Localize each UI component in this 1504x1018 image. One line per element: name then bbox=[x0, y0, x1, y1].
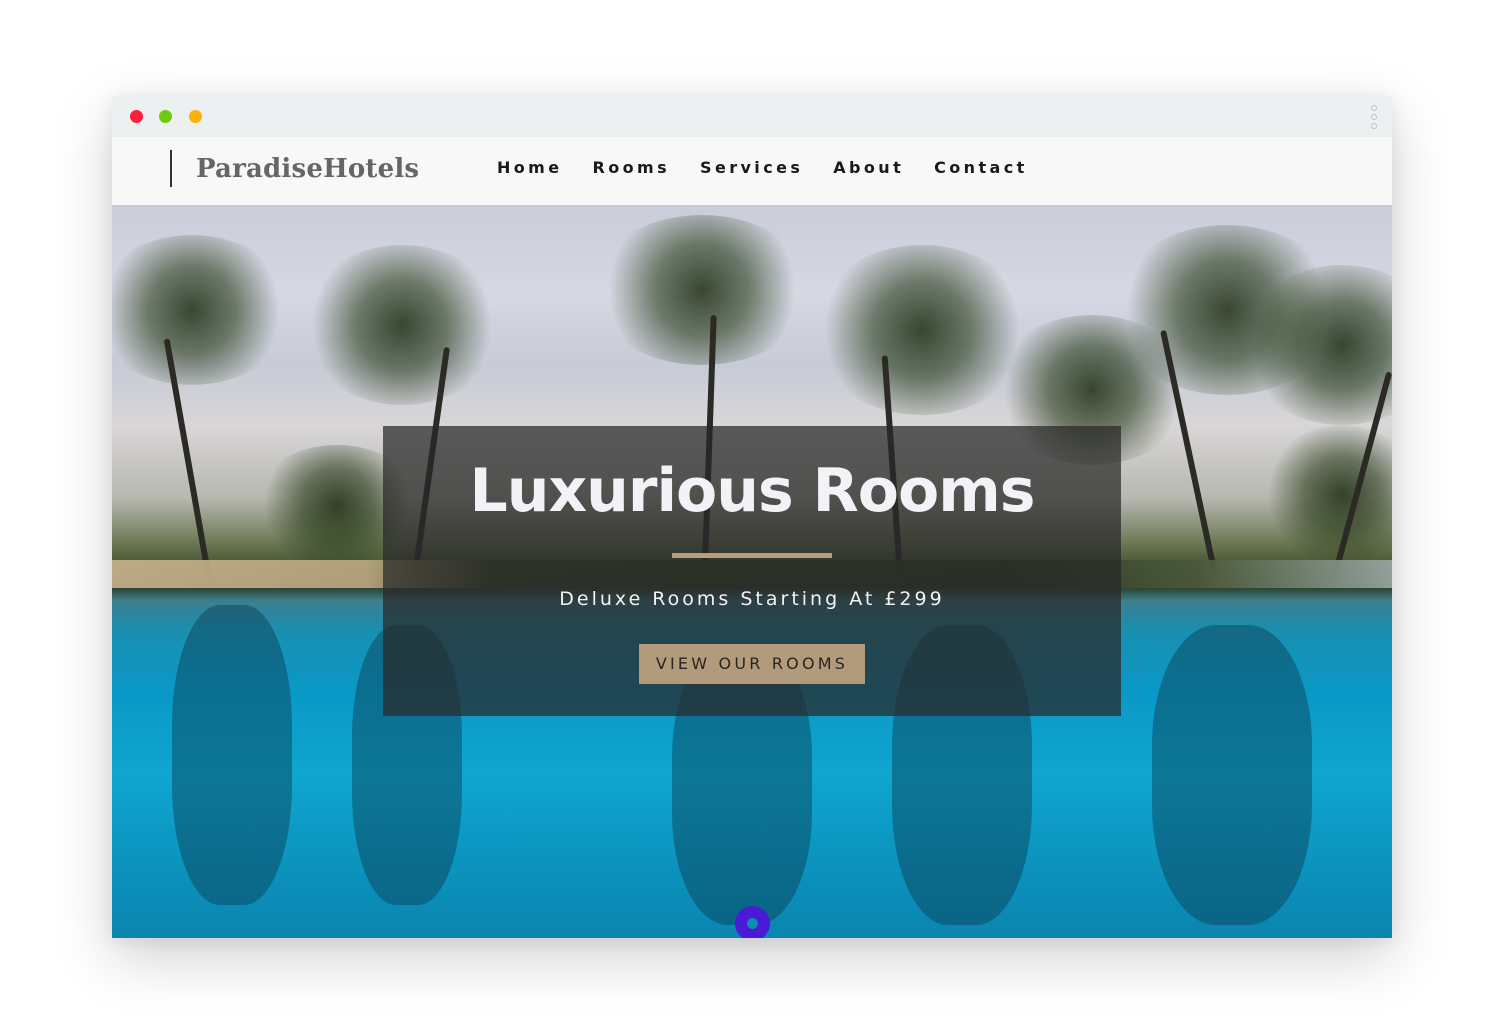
nav-item-about[interactable]: About bbox=[833, 157, 904, 179]
window-titlebar bbox=[112, 95, 1392, 137]
scroll-dot-center bbox=[747, 918, 758, 929]
hero-divider bbox=[672, 553, 832, 558]
brand-logo[interactable]: ParadiseHotels bbox=[196, 151, 419, 187]
view-rooms-button[interactable]: VIEW OUR ROOMS bbox=[639, 644, 865, 684]
kebab-icon[interactable] bbox=[1370, 105, 1378, 129]
hero-title: Luxurious Rooms bbox=[469, 456, 1036, 526]
scroll-down-icon[interactable] bbox=[735, 906, 770, 938]
close-window-button[interactable] bbox=[130, 110, 143, 123]
minimize-window-button[interactable] bbox=[159, 110, 172, 123]
browser-window: ParadiseHotels Home Rooms Services About… bbox=[112, 95, 1392, 938]
nav-item-services[interactable]: Services bbox=[700, 157, 803, 179]
nav-item-rooms[interactable]: Rooms bbox=[593, 157, 671, 179]
hero-caption-box: Luxurious Rooms Deluxe Rooms Starting At… bbox=[383, 426, 1121, 716]
brand-divider bbox=[170, 150, 172, 187]
hero-subtitle: Deluxe Rooms Starting At £299 bbox=[559, 588, 945, 610]
maximize-window-button[interactable] bbox=[189, 110, 202, 123]
main-nav: Home Rooms Services About Contact bbox=[497, 157, 1058, 179]
site-navbar: ParadiseHotels Home Rooms Services About… bbox=[112, 137, 1392, 205]
nav-item-contact[interactable]: Contact bbox=[934, 157, 1028, 179]
nav-item-home[interactable]: Home bbox=[497, 157, 563, 179]
hero-section: Luxurious Rooms Deluxe Rooms Starting At… bbox=[112, 205, 1392, 938]
